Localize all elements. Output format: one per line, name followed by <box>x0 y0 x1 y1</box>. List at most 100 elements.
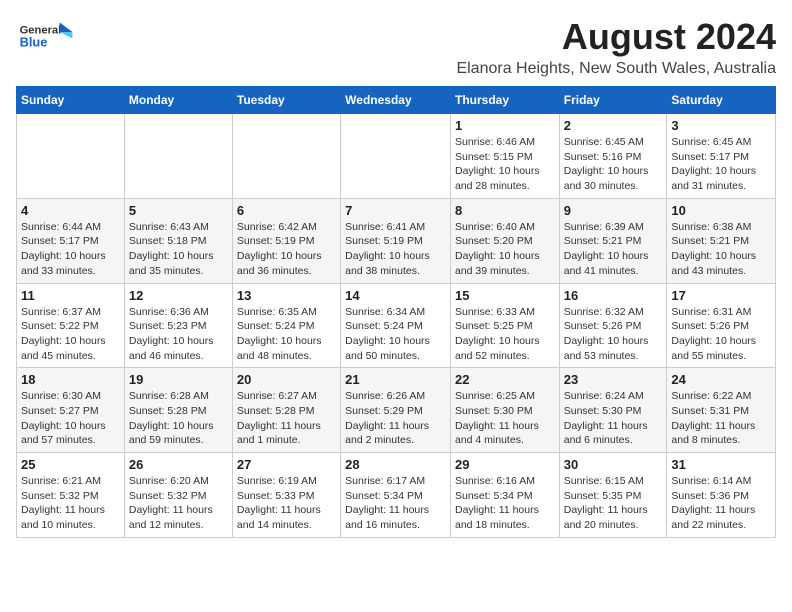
calendar-cell: 18 Sunrise: 6:30 AMSunset: 5:27 PMDayligh… <box>17 368 125 453</box>
calendar-cell: 28 Sunrise: 6:17 AMSunset: 5:34 PMDayligh… <box>341 453 451 538</box>
day-info: Sunrise: 6:20 AMSunset: 5:32 PMDaylight:… <box>129 474 228 533</box>
week-row-5: 25 Sunrise: 6:21 AMSunset: 5:32 PMDayligh… <box>17 453 776 538</box>
calendar-cell: 17 Sunrise: 6:31 AMSunset: 5:26 PMDayligh… <box>667 283 776 368</box>
day-info: Sunrise: 6:42 AMSunset: 5:19 PMDaylight:… <box>237 220 336 279</box>
month-title: August 2024 <box>456 16 776 58</box>
day-info: Sunrise: 6:30 AMSunset: 5:27 PMDaylight:… <box>21 389 120 448</box>
calendar-cell: 21 Sunrise: 6:26 AMSunset: 5:29 PMDayligh… <box>341 368 451 453</box>
day-number: 16 <box>564 288 663 303</box>
header-tuesday: Tuesday <box>232 87 340 114</box>
day-number: 13 <box>237 288 336 303</box>
week-row-3: 11Sunrise: 6:37 AMSunset: 5:22 PMDayligh… <box>17 283 776 368</box>
calendar-cell <box>232 114 340 199</box>
day-number: 22 <box>455 372 555 387</box>
calendar-cell: 12 Sunrise: 6:36 AMSunset: 5:23 PMDayligh… <box>124 283 232 368</box>
day-number: 24 <box>671 372 771 387</box>
header-row: SundayMondayTuesdayWednesdayThursdayFrid… <box>17 87 776 114</box>
header-thursday: Thursday <box>450 87 559 114</box>
day-number: 29 <box>455 457 555 472</box>
day-info: Sunrise: 6:22 AMSunset: 5:31 PMDaylight:… <box>671 389 771 448</box>
day-number: 3 <box>671 118 771 133</box>
svg-text:Blue: Blue <box>20 34 48 49</box>
day-info: Sunrise: 6:15 AMSunset: 5:35 PMDaylight:… <box>564 474 663 533</box>
day-info: Sunrise: 6:28 AMSunset: 5:28 PMDaylight:… <box>129 389 228 448</box>
calendar-cell: 6 Sunrise: 6:42 AMSunset: 5:19 PMDaylight… <box>232 198 340 283</box>
day-info: Sunrise: 6:14 AMSunset: 5:36 PMDaylight:… <box>671 474 771 533</box>
day-number: 17 <box>671 288 771 303</box>
day-number: 6 <box>237 203 336 218</box>
day-number: 5 <box>129 203 228 218</box>
day-number: 31 <box>671 457 771 472</box>
day-info: Sunrise: 6:36 AMSunset: 5:23 PMDaylight:… <box>129 305 228 364</box>
day-info: Sunrise: 6:44 AMSunset: 5:17 PMDaylight:… <box>21 220 120 279</box>
day-number: 10 <box>671 203 771 218</box>
day-info: Sunrise: 6:16 AMSunset: 5:34 PMDaylight:… <box>455 474 555 533</box>
calendar-cell: 30 Sunrise: 6:15 AMSunset: 5:35 PMDayligh… <box>559 453 667 538</box>
calendar-cell: 25 Sunrise: 6:21 AMSunset: 5:32 PMDayligh… <box>17 453 125 538</box>
calendar-cell: 16 Sunrise: 6:32 AMSunset: 5:26 PMDayligh… <box>559 283 667 368</box>
calendar-cell: 8 Sunrise: 6:40 AMSunset: 5:20 PMDaylight… <box>450 198 559 283</box>
day-info: Sunrise: 6:34 AMSunset: 5:24 PMDaylight:… <box>345 305 446 364</box>
header-friday: Friday <box>559 87 667 114</box>
calendar-cell: 3 Sunrise: 6:45 AMSunset: 5:17 PMDaylight… <box>667 114 776 199</box>
week-row-1: 1Sunrise: 6:46 AMSunset: 5:15 PMDaylight… <box>17 114 776 199</box>
day-number: 23 <box>564 372 663 387</box>
day-number: 4 <box>21 203 120 218</box>
day-number: 12 <box>129 288 228 303</box>
calendar-cell: 24 Sunrise: 6:22 AMSunset: 5:31 PMDayligh… <box>667 368 776 453</box>
day-info: Sunrise: 6:31 AMSunset: 5:26 PMDaylight:… <box>671 305 771 364</box>
day-info: Sunrise: 6:25 AMSunset: 5:30 PMDaylight:… <box>455 389 555 448</box>
day-number: 19 <box>129 372 228 387</box>
calendar-cell <box>17 114 125 199</box>
day-number: 14 <box>345 288 446 303</box>
calendar-cell: 15Sunrise: 6:33 AMSunset: 5:25 PMDayligh… <box>450 283 559 368</box>
day-number: 21 <box>345 372 446 387</box>
week-row-4: 18 Sunrise: 6:30 AMSunset: 5:27 PMDayligh… <box>17 368 776 453</box>
title-area: August 2024 Elanora Heights, New South W… <box>456 16 776 78</box>
calendar-cell: 26 Sunrise: 6:20 AMSunset: 5:32 PMDayligh… <box>124 453 232 538</box>
day-info: Sunrise: 6:26 AMSunset: 5:29 PMDaylight:… <box>345 389 446 448</box>
day-number: 2 <box>564 118 663 133</box>
day-info: Sunrise: 6:43 AMSunset: 5:18 PMDaylight:… <box>129 220 228 279</box>
day-info: Sunrise: 6:46 AMSunset: 5:15 PMDaylight:… <box>455 135 555 194</box>
calendar-cell: 9Sunrise: 6:39 AMSunset: 5:21 PMDaylight… <box>559 198 667 283</box>
day-info: Sunrise: 6:35 AMSunset: 5:24 PMDaylight:… <box>237 305 336 364</box>
calendar-cell: 20 Sunrise: 6:27 AMSunset: 5:28 PMDayligh… <box>232 368 340 453</box>
day-number: 15 <box>455 288 555 303</box>
day-info: Sunrise: 6:32 AMSunset: 5:26 PMDaylight:… <box>564 305 663 364</box>
day-info: Sunrise: 6:41 AMSunset: 5:19 PMDaylight:… <box>345 220 446 279</box>
calendar-cell: 2 Sunrise: 6:45 AMSunset: 5:16 PMDaylight… <box>559 114 667 199</box>
day-info: Sunrise: 6:19 AMSunset: 5:33 PMDaylight:… <box>237 474 336 533</box>
header-monday: Monday <box>124 87 232 114</box>
day-number: 18 <box>21 372 120 387</box>
header-saturday: Saturday <box>667 87 776 114</box>
calendar-cell: 22 Sunrise: 6:25 AMSunset: 5:30 PMDayligh… <box>450 368 559 453</box>
header-sunday: Sunday <box>17 87 125 114</box>
calendar-cell: 14 Sunrise: 6:34 AMSunset: 5:24 PMDayligh… <box>341 283 451 368</box>
calendar-cell: 31 Sunrise: 6:14 AMSunset: 5:36 PMDayligh… <box>667 453 776 538</box>
day-number: 9 <box>564 203 663 218</box>
day-number: 25 <box>21 457 120 472</box>
day-info: Sunrise: 6:40 AMSunset: 5:20 PMDaylight:… <box>455 220 555 279</box>
day-number: 28 <box>345 457 446 472</box>
day-info: Sunrise: 6:24 AMSunset: 5:30 PMDaylight:… <box>564 389 663 448</box>
day-number: 27 <box>237 457 336 472</box>
calendar-cell: 29 Sunrise: 6:16 AMSunset: 5:34 PMDayligh… <box>450 453 559 538</box>
day-info: Sunrise: 6:45 AMSunset: 5:17 PMDaylight:… <box>671 135 771 194</box>
logo: General Blue <box>16 16 76 56</box>
day-info: Sunrise: 6:17 AMSunset: 5:34 PMDaylight:… <box>345 474 446 533</box>
day-info: Sunrise: 6:21 AMSunset: 5:32 PMDaylight:… <box>21 474 120 533</box>
week-row-2: 4 Sunrise: 6:44 AMSunset: 5:17 PMDaylight… <box>17 198 776 283</box>
day-info: Sunrise: 6:38 AMSunset: 5:21 PMDaylight:… <box>671 220 771 279</box>
day-number: 8 <box>455 203 555 218</box>
day-number: 26 <box>129 457 228 472</box>
day-number: 30 <box>564 457 663 472</box>
day-number: 20 <box>237 372 336 387</box>
calendar-table: SundayMondayTuesdayWednesdayThursdayFrid… <box>16 86 776 538</box>
calendar-cell: 1Sunrise: 6:46 AMSunset: 5:15 PMDaylight… <box>450 114 559 199</box>
calendar-cell: 4 Sunrise: 6:44 AMSunset: 5:17 PMDaylight… <box>17 198 125 283</box>
calendar-cell <box>124 114 232 199</box>
day-number: 11 <box>21 288 120 303</box>
day-info: Sunrise: 6:27 AMSunset: 5:28 PMDaylight:… <box>237 389 336 448</box>
day-info: Sunrise: 6:45 AMSunset: 5:16 PMDaylight:… <box>564 135 663 194</box>
